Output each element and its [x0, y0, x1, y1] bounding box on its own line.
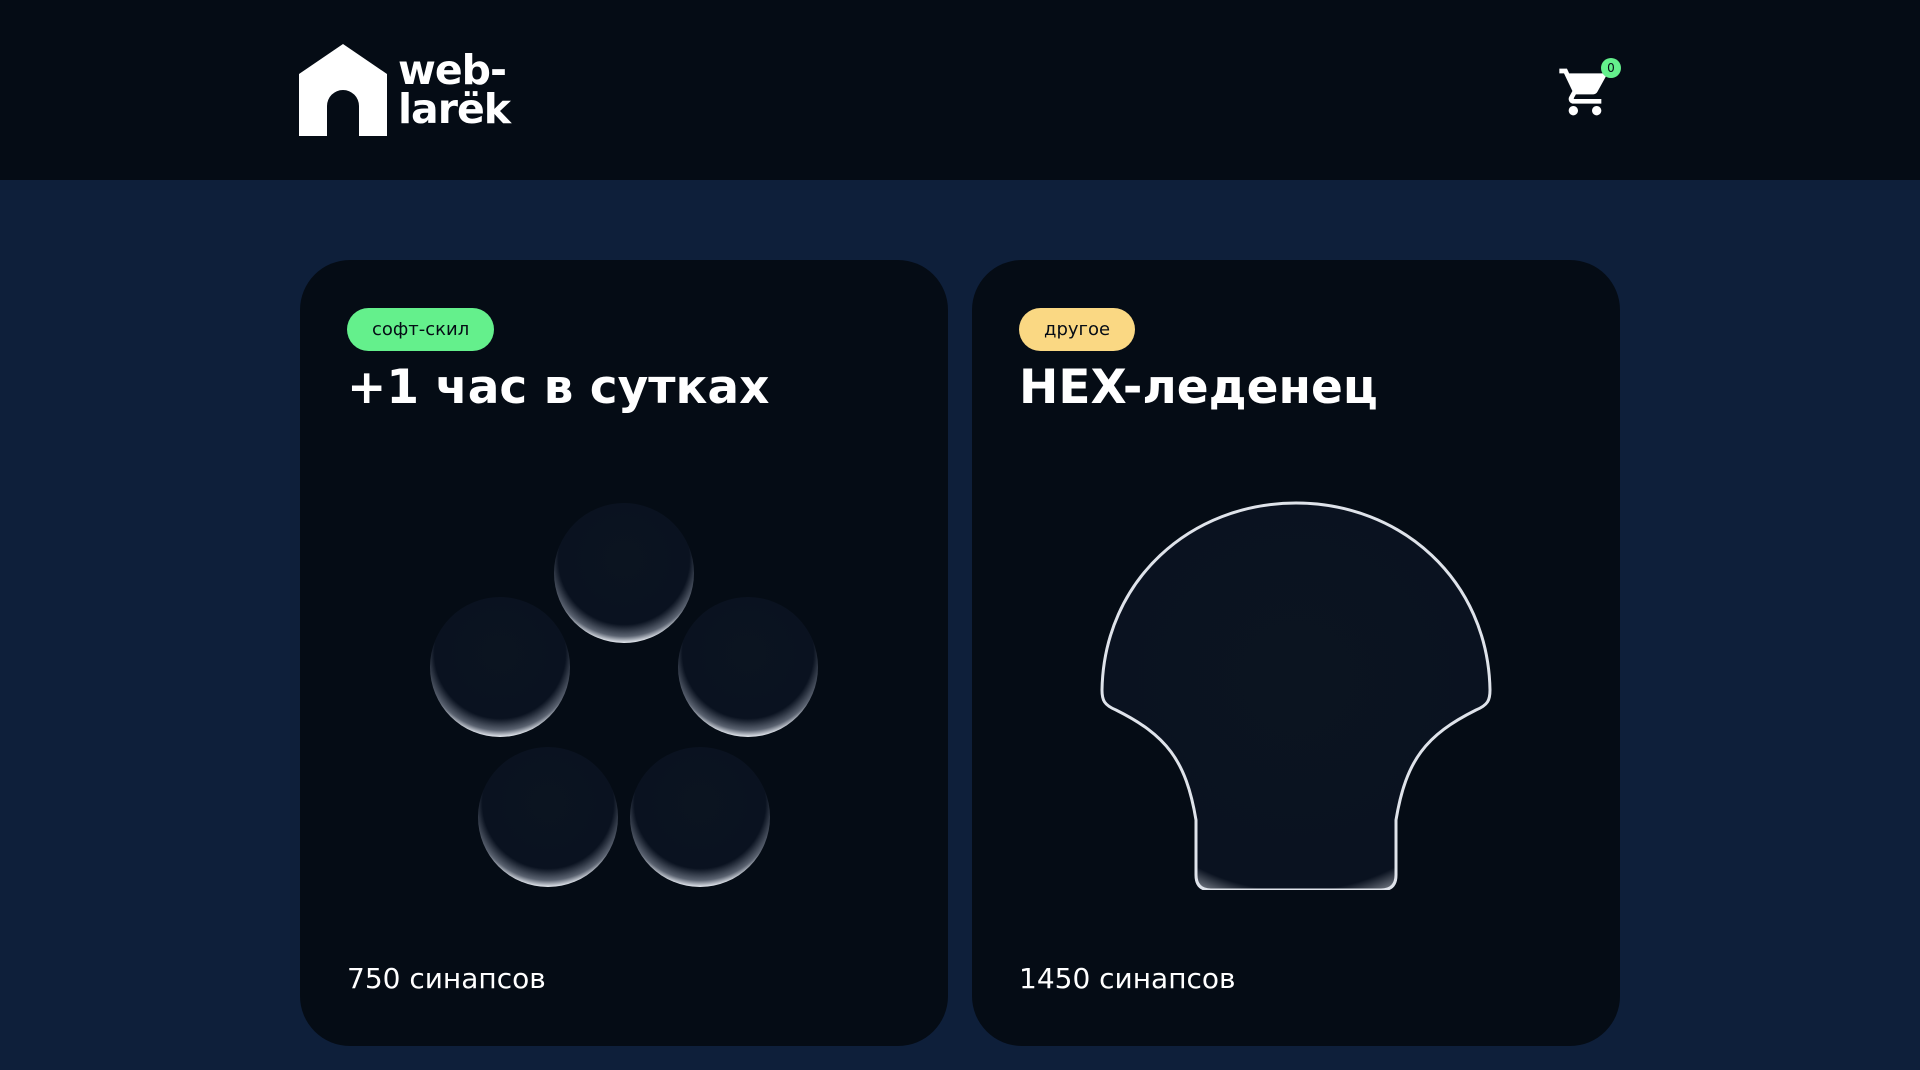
shell-lollipop-image	[1100, 501, 1492, 890]
logo-house-icon	[299, 44, 387, 136]
category-badge: другое	[1019, 308, 1136, 351]
product-gallery: софт-скил +1 час в сутках 750 синапсов д…	[300, 260, 1620, 1050]
basket-button[interactable]: 0	[1555, 58, 1621, 122]
product-card[interactable]: софт-скил +1 час в сутках 750 синапсов	[300, 260, 948, 1046]
product-title: +1 час в сутках	[347, 360, 770, 415]
five-bubbles-image	[430, 503, 818, 887]
cart-counter-badge: 0	[1601, 58, 1621, 78]
category-badge: софт-скил	[347, 308, 495, 351]
logo-text: web- larёk	[398, 50, 511, 133]
product-price: 750 синапсов	[347, 962, 546, 995]
product-title: HEX-леденец	[1019, 360, 1378, 415]
product-card[interactable]: другое HEX-леденец 1450 синапсов	[972, 260, 1620, 1046]
product-price: 1450 синапсов	[1019, 962, 1236, 995]
logo-line-2: larёk	[398, 85, 511, 133]
logo[interactable]: web- larёk	[299, 44, 511, 136]
site-header: web- larёk 0	[0, 0, 1920, 180]
